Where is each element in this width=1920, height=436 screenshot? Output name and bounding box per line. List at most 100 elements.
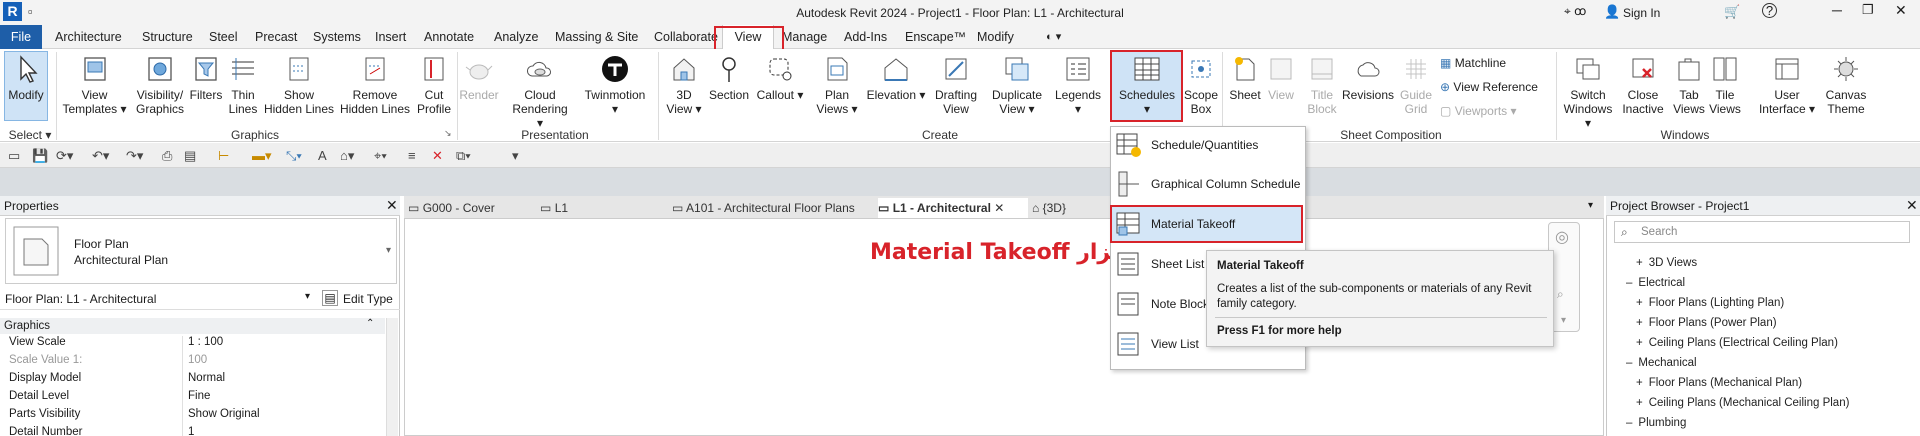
collapse-icon[interactable]: – <box>1626 277 1632 289</box>
revisions-button[interactable]: Revisions <box>1342 54 1394 102</box>
tab-systems[interactable]: Systems <box>313 25 361 49</box>
filters-button[interactable]: Filters <box>188 54 224 102</box>
scope-box-button[interactable]: Scope Box <box>1184 54 1218 116</box>
tab-enscape[interactable]: Enscape™ <box>905 25 966 49</box>
expand-icon[interactable]: + <box>1636 257 1643 269</box>
instance-dropdown-icon[interactable]: ▾ <box>305 291 310 302</box>
twinmotion-button[interactable]: Twinmotion ▾ <box>580 54 650 116</box>
cut-profile-button[interactable]: Cut Profile <box>412 54 456 116</box>
ribbon-options-icon[interactable]: ◐ ▾ <box>1046 25 1061 49</box>
expand-icon[interactable]: + <box>1636 397 1643 409</box>
view-reference-button[interactable]: ⊕ View Reference <box>1440 80 1538 94</box>
collapse-icon[interactable]: – <box>1626 417 1632 429</box>
expand-icon[interactable]: + <box>1636 337 1643 349</box>
remove-hidden-lines-button[interactable]: Remove Hidden Lines <box>338 54 412 116</box>
browser-tree-item[interactable]: – Mechanical <box>1626 357 1697 369</box>
collapse-group-icon[interactable]: ⌃ <box>366 318 374 329</box>
browser-tree-item[interactable]: + Floor Plans (Power Plan) <box>1636 317 1777 329</box>
expand-icon[interactable]: + <box>1636 317 1643 329</box>
schedules-button[interactable]: Schedules ▾ <box>1112 54 1182 116</box>
prop-row-view-scale[interactable]: View Scale 1 : 100 <box>4 336 384 353</box>
browser-tree-item[interactable]: + Ceiling Plans (Mechanical Ceiling Plan) <box>1636 397 1849 409</box>
visibility-graphics-button[interactable]: Visibility/Graphics <box>130 54 190 116</box>
sync-icon[interactable]: ⟳▾ <box>56 148 73 164</box>
thin-lines-qat-icon[interactable]: ≡ <box>408 148 416 163</box>
menu-item-graphical-column-schedule[interactable]: Graphical Column Schedule <box>1111 165 1305 204</box>
user-interface-button[interactable]: User Interface ▾ <box>1758 54 1816 116</box>
elevation-button[interactable]: Elevation ▾ <box>866 54 926 102</box>
doc-tabs-menu-icon[interactable]: ▾ <box>1588 200 1593 211</box>
instance-selector[interactable]: Floor Plan: L1 - Architectural <box>5 292 156 306</box>
close-icon[interactable]: ✕ <box>1895 2 1907 19</box>
tab-architecture[interactable]: Architecture <box>55 25 122 49</box>
help-icon[interactable]: ? <box>1762 3 1777 18</box>
browser-tree-item[interactable]: + Floor Plans (Lighting Plan) <box>1636 297 1784 309</box>
plan-views-button[interactable]: Plan Views ▾ <box>814 54 860 116</box>
browser-tree-item[interactable]: + Floor Plans (Mechanical Plan) <box>1636 377 1802 389</box>
nav-options-icon[interactable]: ▾ <box>1561 315 1566 326</box>
zoom-region-icon[interactable]: ⌕ <box>1557 287 1564 302</box>
print-setup-icon[interactable]: ▤ <box>184 148 196 164</box>
graphics-group-header[interactable]: Graphics ⌃ <box>0 318 385 334</box>
browser-tree-item[interactable]: – Plumbing <box>1626 417 1686 429</box>
browser-tree-item[interactable]: – Electrical <box>1626 277 1685 289</box>
restore-icon[interactable]: ❐ <box>1862 2 1874 18</box>
matchline-button[interactable]: ▦ Matchline <box>1440 56 1506 70</box>
browser-tree-item[interactable]: + Ceiling Plans (Electrical Ceiling Plan) <box>1636 337 1838 349</box>
measure-icon[interactable]: ⊢ <box>218 148 229 164</box>
minimize-icon[interactable]: ─ <box>1832 2 1842 18</box>
duplicate-view-button[interactable]: Duplicate View ▾ <box>988 54 1046 116</box>
tab-steel[interactable]: Steel <box>209 25 238 49</box>
menu-item-schedule-quantities[interactable]: Schedule/Quantities <box>1111 126 1305 165</box>
doc-tab-l1[interactable]: ▭ L1 <box>540 198 660 218</box>
browser-tree-item[interactable]: +3D Views <box>1636 257 1697 269</box>
legends-button[interactable]: Legends ▾ <box>1054 54 1102 116</box>
save-icon[interactable]: 💾 <box>32 148 48 164</box>
text-icon[interactable]: A <box>318 148 327 163</box>
doc-tab-a101[interactable]: ▭ A101 - Architectural Floor Plans <box>672 198 872 218</box>
tab-modify[interactable]: Modify <box>977 25 1014 49</box>
tab-manage[interactable]: Manage <box>782 25 827 49</box>
doc-tab-3d[interactable]: ⌂ {3D} <box>1032 198 1092 218</box>
properties-close-icon[interactable]: ✕ <box>386 197 398 214</box>
tab-add-ins[interactable]: Add-Ins <box>844 25 887 49</box>
redo-icon[interactable]: ↷▾ <box>126 148 143 164</box>
expand-icon[interactable]: + <box>1636 297 1643 309</box>
prop-row-detail-level[interactable]: Detail Level Fine <box>4 390 384 407</box>
callout-button[interactable]: Callout ▾ <box>756 54 804 102</box>
search-binoculars-icon[interactable]: ⌖ ꝏ <box>1564 4 1586 19</box>
drafting-view-button[interactable]: Drafting View <box>928 54 984 116</box>
tab-file[interactable]: File <box>0 25 42 49</box>
tile-views-button[interactable]: Tile Views <box>1708 54 1742 116</box>
undo-icon[interactable]: ↶▾ <box>92 148 109 164</box>
prop-row-parts-visibility[interactable]: Parts Visibility Show Original <box>4 408 384 425</box>
properties-scrollbar[interactable] <box>386 318 398 436</box>
tag-icon[interactable]: ⤡▾ <box>286 148 302 164</box>
project-browser-close-icon[interactable]: ✕ <box>1906 197 1918 214</box>
customize-qat-icon[interactable]: ▾ <box>512 148 519 164</box>
switch-windows-qat-icon[interactable]: ⧉▾ <box>456 148 471 164</box>
tab-precast[interactable]: Precast <box>255 25 297 49</box>
menu-item-material-takeoff[interactable]: Material Takeoff <box>1111 205 1305 244</box>
tab-annotate[interactable]: Annotate <box>424 25 474 49</box>
close-hidden-icon[interactable]: ✕ <box>432 148 443 164</box>
modify-button[interactable]: Modify <box>6 54 46 102</box>
print-icon[interactable]: ⎙ <box>162 148 172 164</box>
doc-tab-close-icon[interactable]: ✕ <box>994 201 1004 215</box>
graphics-dialog-launcher-icon[interactable]: ↘ <box>444 128 452 139</box>
select-panel-title[interactable]: Select ▾ <box>5 128 55 142</box>
tab-insert[interactable]: Insert <box>375 25 406 49</box>
project-browser-search[interactable]: ⌕ Search <box>1614 221 1910 243</box>
tab-views-button[interactable]: Tab Views <box>1670 54 1708 116</box>
3d-view-button[interactable]: 3D View ▾ <box>664 54 704 116</box>
sign-in-link[interactable]: Sign In <box>1623 6 1660 20</box>
type-selector[interactable]: Floor Plan Architectural Plan ▾ <box>5 218 397 284</box>
3d-view-qat-icon[interactable]: ⌂▾ <box>340 148 354 164</box>
collapse-icon[interactable]: – <box>1626 357 1632 369</box>
prop-row-display-model[interactable]: Display Model Normal <box>4 372 384 389</box>
tab-structure[interactable]: Structure <box>142 25 193 49</box>
cart-icon[interactable]: 🛒 <box>1724 4 1740 20</box>
view-templates-button[interactable]: View Templates ▾ <box>62 54 127 116</box>
open-icon[interactable]: ▭ <box>8 148 20 164</box>
doc-tab-l1-architectural[interactable]: ▭ L1 - Architectural ✕ <box>878 198 1028 218</box>
